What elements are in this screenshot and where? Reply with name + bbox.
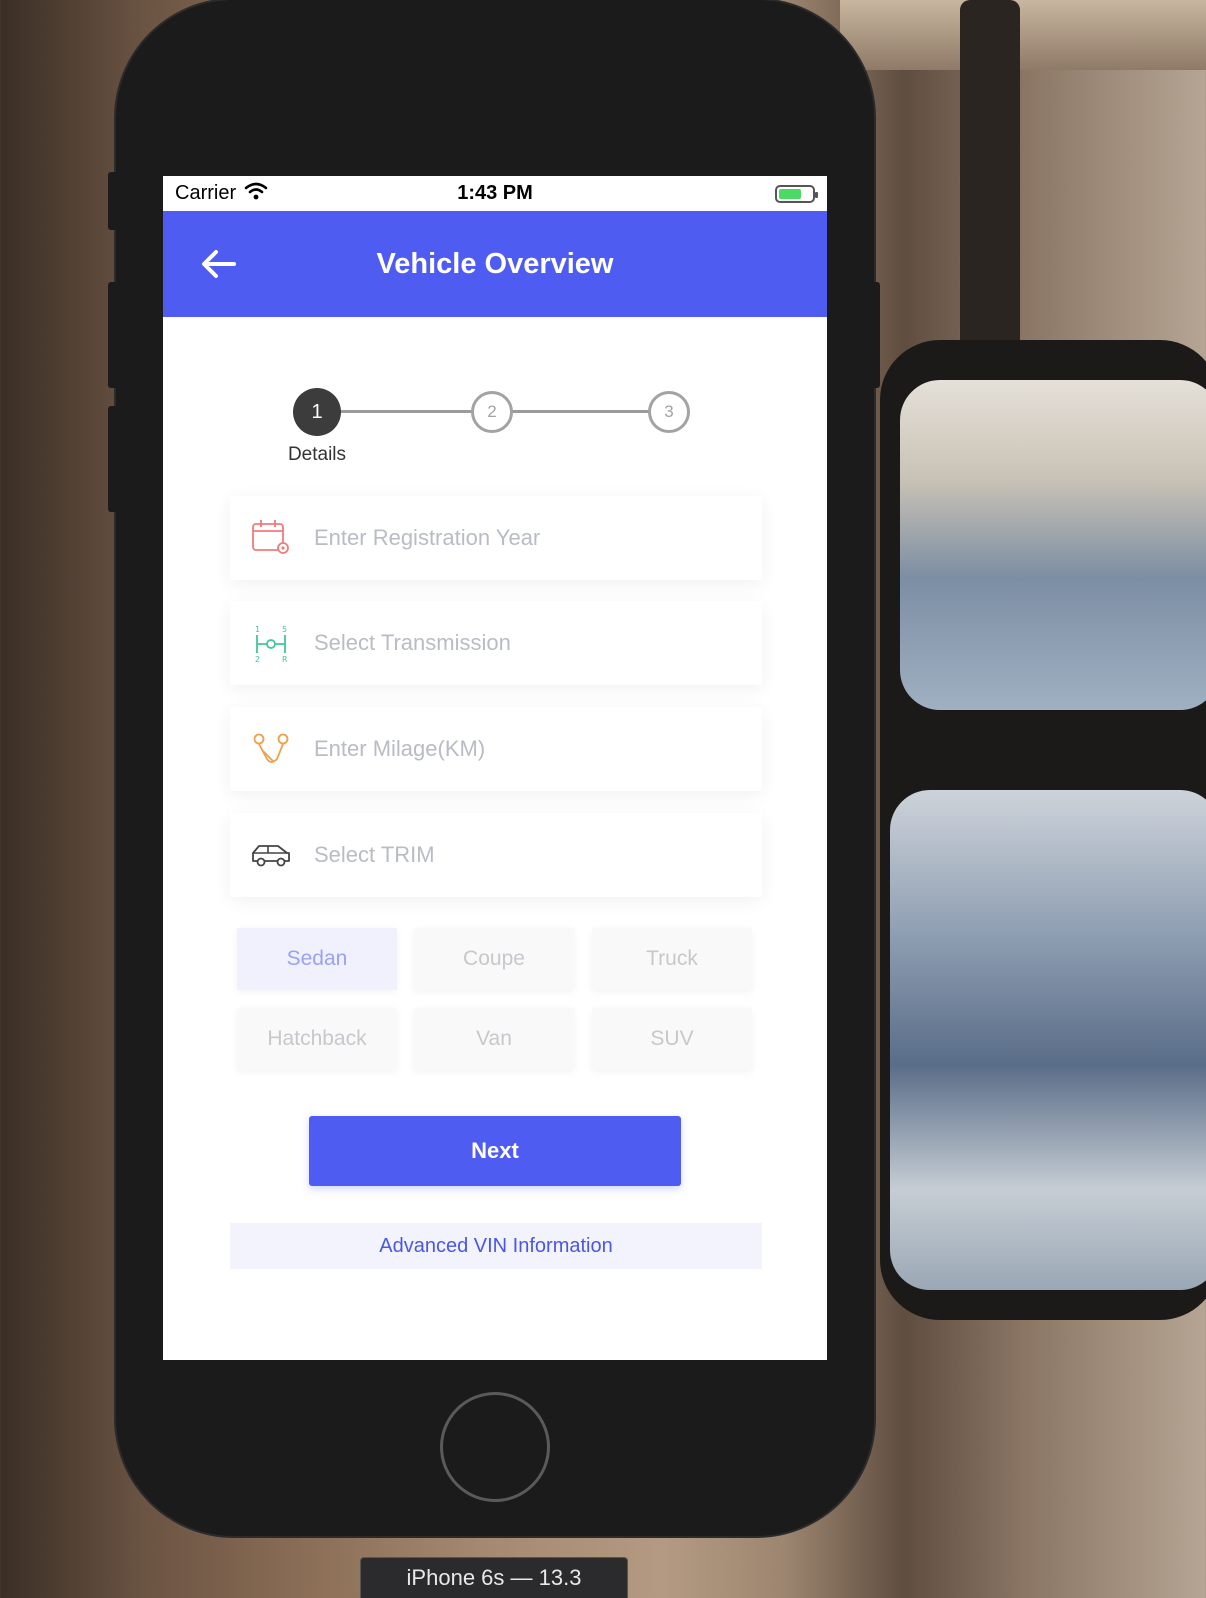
chip-hatchback[interactable]: Hatchback (237, 1008, 397, 1070)
step-label-details: Details (287, 444, 347, 465)
app-bar: Vehicle Overview (163, 211, 827, 317)
chip-truck[interactable]: Truck (592, 928, 752, 990)
transmission-placeholder: Select Transmission (314, 630, 511, 655)
advanced-vin-button[interactable]: Advanced VIN Information (230, 1223, 762, 1269)
calendar-pin-icon (250, 517, 292, 559)
battery-icon (775, 184, 818, 203)
step-2[interactable]: 2 (471, 391, 513, 433)
background-window-glass-top (900, 380, 1206, 710)
app-screen: Carrier 1:43 PM Vehicle Overview 1 2 3 D… (163, 176, 827, 1360)
svg-text:5: 5 (282, 625, 287, 634)
step-3[interactable]: 3 (648, 391, 690, 433)
silent-switch (108, 172, 118, 230)
trim-placeholder: Select TRIM (314, 842, 435, 867)
background-ceiling (840, 0, 1206, 70)
step-connector (333, 410, 483, 413)
registration-year-placeholder: Enter Registration Year (314, 525, 541, 550)
step-connector (511, 410, 671, 413)
status-bar: Carrier 1:43 PM (163, 176, 827, 211)
wifi-icon (244, 182, 268, 206)
svg-text:1: 1 (255, 625, 260, 634)
svg-text:R: R (282, 655, 288, 663)
step-1[interactable]: 1 (293, 388, 341, 436)
volume-down-button (108, 406, 118, 512)
chip-sedan[interactable]: Sedan (237, 928, 397, 990)
background-window-glass-bottom (890, 790, 1206, 1290)
volume-up-button (108, 282, 118, 388)
page-title: Vehicle Overview (376, 248, 614, 280)
background-handle-strap (960, 0, 1020, 350)
svg-text:2: 2 (255, 655, 260, 663)
home-button[interactable] (440, 1392, 550, 1502)
next-button[interactable]: Next (309, 1116, 681, 1186)
mileage-field[interactable]: Enter Milage(KM) (230, 707, 762, 791)
registration-year-field[interactable]: Enter Registration Year (230, 496, 762, 580)
mileage-placeholder: Enter Milage(KM) (314, 736, 486, 761)
trim-select[interactable]: Select TRIM (230, 813, 762, 897)
progress-stepper: 1 2 3 Details (288, 372, 693, 465)
gear-shift-icon: 1 5 2 R (250, 622, 292, 664)
route-icon (250, 728, 292, 770)
car-icon (250, 834, 292, 876)
carrier-label: Carrier (175, 182, 237, 204)
simulator-device-label: iPhone 6s — 13.3 (360, 1557, 628, 1598)
chip-coupe[interactable]: Coupe (414, 928, 574, 990)
chip-van[interactable]: Van (414, 1008, 574, 1070)
chip-suv[interactable]: SUV (592, 1008, 752, 1070)
transmission-select[interactable]: 1 5 2 R Select Transmission (230, 601, 762, 685)
power-button (870, 282, 880, 388)
